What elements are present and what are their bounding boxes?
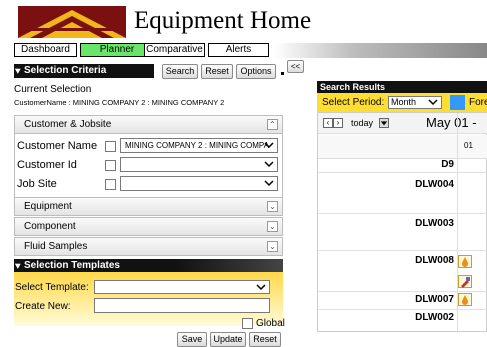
chevron-down-icon <box>428 99 438 106</box>
calendar-grid: ‹ › today May 01 - 01 D9 DLW004 DLW003 D… <box>317 112 487 333</box>
customer-jobsite-section[interactable]: Customer & Jobsite ⌃ <box>14 115 283 134</box>
fluid-samples-label: Fluid Samples <box>24 241 88 252</box>
job-site-select[interactable] <box>120 176 278 191</box>
job-site-label: Job Site <box>17 178 57 190</box>
bullet-dot <box>281 72 284 75</box>
selection-templates-panel: Select Template: Create New: Global <box>14 272 285 329</box>
page: Equipment Home Dashboard Planner Compara… <box>0 0 487 347</box>
period-select[interactable]: Month <box>388 96 442 109</box>
select-template-dropdown[interactable] <box>94 280 270 294</box>
reset-button[interactable]: Reset <box>201 64 233 79</box>
chevron-down-icon[interactable]: ⌄ <box>267 201 278 212</box>
chevron-down-icon <box>256 284 266 291</box>
selection-templates-header[interactable]: Selection Templates <box>14 259 283 272</box>
equipment-row-label: DLW007 <box>415 294 454 305</box>
next-icon[interactable]: › <box>333 118 343 128</box>
page-title: Equipment Home <box>134 7 312 34</box>
chevron-up-icon[interactable]: ⌃ <box>267 119 278 130</box>
component-label: Component <box>24 221 76 232</box>
tab-planner[interactable]: Planner <box>80 43 154 57</box>
company-logo <box>18 6 126 38</box>
forecast-label: Fore <box>469 97 487 108</box>
grid-line <box>318 250 487 251</box>
grid-line <box>318 309 487 310</box>
calendar-date-title: May 01 - <box>426 115 477 130</box>
fluid-drop-icon[interactable] <box>458 255 472 268</box>
current-selection-value: CustomerName : MINING COMPANY 2 : MINING… <box>14 98 225 107</box>
customer-name-checkbox[interactable] <box>105 141 116 152</box>
prev-icon[interactable]: ‹ <box>323 118 333 128</box>
select-template-label: Select Template: <box>15 282 89 293</box>
equipment-section[interactable]: Equipment ⌄ <box>14 197 283 216</box>
update-template-button[interactable]: Update <box>210 332 246 347</box>
tab-alerts[interactable]: Alerts <box>208 43 269 57</box>
global-checkbox[interactable] <box>242 318 253 329</box>
forecast-legend-swatch <box>450 95 465 110</box>
chevron-down-icon <box>264 161 274 168</box>
tab-comparative[interactable]: Comparative <box>144 43 205 57</box>
customer-id-label: Customer Id <box>17 159 77 171</box>
chevron-down-icon[interactable]: ⌄ <box>267 241 278 252</box>
equipment-label: Equipment <box>24 201 72 212</box>
job-site-checkbox[interactable] <box>105 179 116 190</box>
global-label: Global <box>256 318 285 329</box>
customer-name-value: MINING COMPANY 2 : MINING COMPA <box>125 141 270 150</box>
selection-criteria-header[interactable]: Selection Criteria <box>14 64 154 78</box>
reset-template-button[interactable]: Reset <box>249 332 281 347</box>
component-section[interactable]: Component ⌄ <box>14 217 283 236</box>
select-period-label: Select Period: <box>322 97 385 108</box>
search-button[interactable]: Search <box>162 64 198 79</box>
customer-id-checkbox[interactable] <box>105 160 116 171</box>
customer-id-select[interactable] <box>120 157 278 172</box>
period-bar: Select Period: Month Fore <box>317 93 487 112</box>
customer-name-label: Customer Name <box>17 140 98 152</box>
grid-line <box>318 291 487 292</box>
grid-line <box>318 172 487 173</box>
equipment-row-label: D9 <box>441 159 454 170</box>
chevron-down-icon <box>264 142 274 149</box>
grid-line <box>318 213 487 214</box>
customer-name-select[interactable]: MINING COMPANY 2 : MINING COMPA <box>120 138 278 153</box>
sample-tool-icon[interactable] <box>458 275 472 288</box>
chevron-down-icon <box>264 180 274 187</box>
day-header-row: 01 <box>318 135 487 159</box>
equipment-row-label: DLW004 <box>415 179 454 190</box>
search-results-header: Search Results <box>317 81 487 93</box>
save-template-button[interactable]: Save <box>177 332 207 347</box>
main-nav: Dashboard Planner Comparative Alerts <box>14 43 487 58</box>
today-dropdown-icon[interactable] <box>379 118 389 128</box>
selection-templates-title: Selection Templates <box>24 260 120 271</box>
calendar-toolbar: ‹ › today May 01 - <box>318 113 487 134</box>
options-button[interactable]: Options <box>236 64 276 79</box>
create-new-input[interactable] <box>94 298 270 313</box>
tab-dashboard[interactable]: Dashboard <box>14 43 77 57</box>
period-value: Month <box>391 97 417 107</box>
fluid-drop-icon[interactable] <box>458 293 472 306</box>
collapse-panel-button[interactable]: << <box>287 60 304 73</box>
equipment-row-label: DLW003 <box>415 218 454 229</box>
selection-criteria-title: Selection Criteria <box>24 65 107 76</box>
equipment-row-label: DLW002 <box>415 312 454 323</box>
today-button[interactable]: today <box>351 118 373 128</box>
equipment-row-label: DLW008 <box>415 255 454 266</box>
customer-jobsite-label: Customer & Jobsite <box>24 119 112 130</box>
create-new-label: Create New: <box>15 301 71 312</box>
day-col-label: 01 <box>464 141 473 150</box>
fluid-samples-section[interactable]: Fluid Samples ⌄ <box>14 237 283 256</box>
current-selection-label: Current Selection <box>14 84 92 95</box>
chevron-down-icon[interactable]: ⌄ <box>267 221 278 232</box>
